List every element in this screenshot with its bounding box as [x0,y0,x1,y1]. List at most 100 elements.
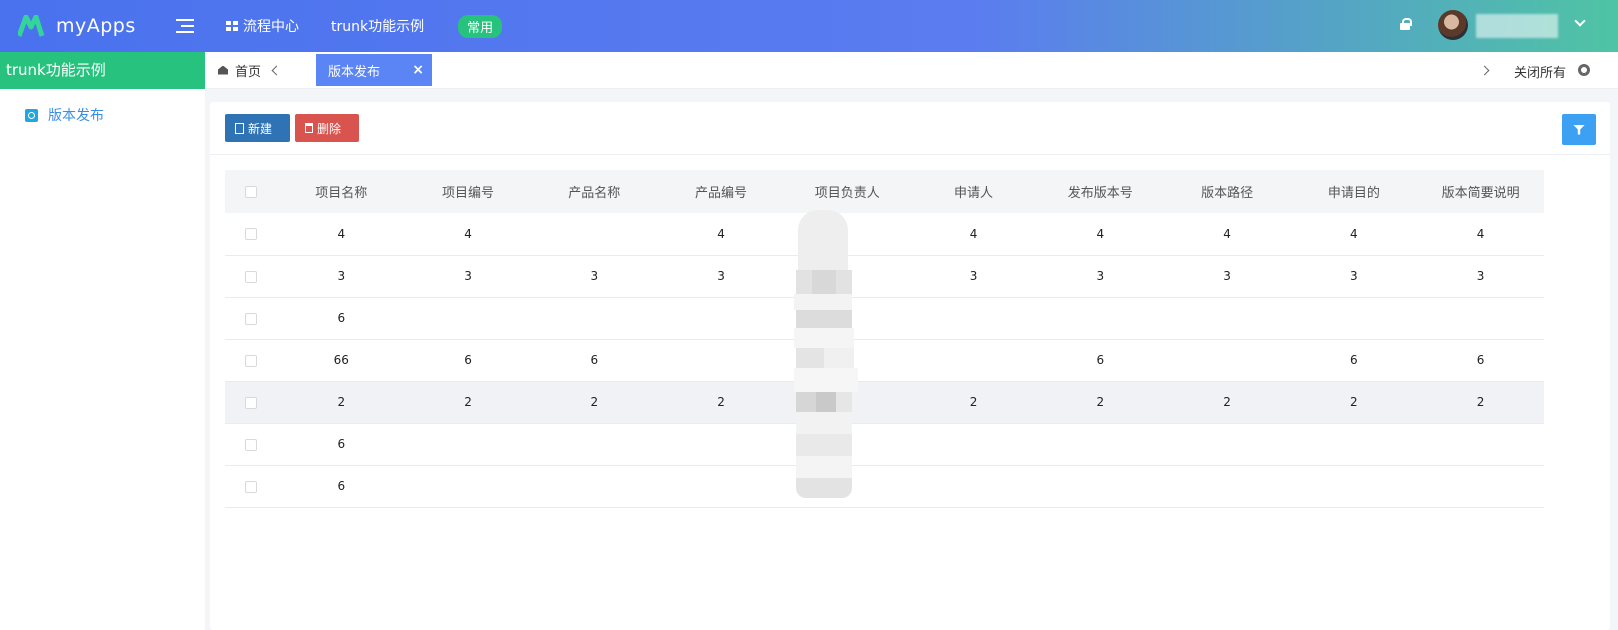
table-row[interactable]: 4 4 4 4 4 4 4 4 [225,213,1544,255]
table-cell: 2 [1223,395,1231,409]
table-cell [910,339,1037,381]
row-checkbox[interactable] [245,438,258,451]
table-row[interactable]: 6 [225,465,1544,507]
table-cell: 2 [717,395,725,409]
row-checkbox[interactable] [245,270,258,283]
table-cell: 3 [717,269,725,283]
tab-home[interactable]: 首页 [218,61,261,80]
chevron-down-icon[interactable] [1574,15,1586,27]
table-row[interactable]: 3 3 3 3 3 3 3 3 3 [225,255,1544,297]
column-header[interactable]: 项目编号 [405,170,531,213]
table-cell: 6 [1476,353,1485,367]
table-cell [1290,423,1417,465]
table-cell [1037,297,1164,339]
table-cell: 4 [464,226,472,241]
table-cell: 6 [337,311,346,325]
table-cell: 4 [1476,226,1485,241]
chevron-left-icon[interactable] [271,65,282,75]
row-checkbox-cell [225,339,277,381]
column-header[interactable]: 申请目的 [1290,170,1417,213]
home-icon [218,65,228,75]
table-cell [658,297,785,339]
sidebar: trunk功能示例 版本发布 [0,52,205,630]
table-cell [531,297,658,339]
main-panel: 新建 删除 项目名称 项目编号 产品名称 产品编号 项目负责人 申请人 发布版本… [210,102,1610,630]
table-cell: 3 [1476,269,1485,283]
username-blurred[interactable] [1476,14,1558,38]
table-cell [910,297,1037,339]
delete-button[interactable]: 删除 [295,114,359,142]
filter-icon [1573,124,1585,135]
table-cell [1164,465,1291,507]
column-header[interactable]: 版本路径 [1164,170,1291,213]
table-row[interactable]: 6 [225,423,1544,465]
delete-button-label: 删除 [317,121,342,136]
table-cell [1417,423,1544,465]
nav-common-badge[interactable]: 常用 [458,14,503,38]
table-cell [1290,297,1417,339]
table-cell: 2 [590,395,599,409]
table-cell: 4 [717,226,725,241]
app-logo[interactable]: myApps [18,15,158,37]
table-cell: 2 [1350,395,1358,409]
nav-process-center[interactable]: 流程中心 [226,16,299,36]
nav-process-center-label: 流程中心 [243,19,299,35]
table-header-row: 项目名称 项目编号 产品名称 产品编号 项目负责人 申请人 发布版本号 版本路径… [225,170,1544,213]
tab-active-label: 版本发布 [328,64,381,80]
table-cell: 3 [590,269,599,283]
table-row[interactable]: 666601666 [225,339,1544,381]
table-cell [405,465,531,507]
sidebar-item-version-release[interactable]: 版本发布 [0,89,205,125]
privacy-blur [794,210,858,506]
column-header[interactable]: 发布版本号 [1037,170,1164,213]
lock-icon[interactable] [1400,18,1412,30]
table-cell [658,339,785,381]
row-checkbox[interactable] [245,312,258,325]
column-header[interactable]: 产品编号 [658,170,785,213]
table-cell [1164,339,1291,381]
row-checkbox-cell [225,423,277,465]
new-button[interactable]: 新建 [225,114,290,142]
row-checkbox-cell [225,465,277,507]
column-header[interactable]: 项目名称 [277,170,405,213]
select-all-checkbox[interactable] [245,185,258,198]
close-icon[interactable]: × [412,62,424,78]
table-cell [1037,423,1164,465]
column-header[interactable]: 项目负责人 [784,170,910,213]
row-checkbox[interactable] [245,480,258,493]
table-cell: 3 [1350,269,1358,283]
table-row[interactable]: 6 [225,297,1544,339]
nav-trunk-examples[interactable]: trunk功能示例 [331,16,424,36]
gear-icon[interactable] [1578,64,1590,76]
filter-button[interactable] [1562,114,1596,145]
menu-toggle-icon[interactable] [176,19,194,33]
grid-icon [226,21,238,31]
top-header: myApps 流程中心 trunk功能示例 常用 [0,0,1618,52]
row-checkbox-cell [225,213,277,255]
tab-home-label: 首页 [235,64,262,80]
app-name: myApps [56,15,136,37]
row-checkbox[interactable] [245,228,258,241]
table-cell [1164,423,1291,465]
new-button-label: 新建 [248,121,273,136]
table-row[interactable]: 2 2 2 2 2 2 2 2 2 [225,381,1544,423]
avatar[interactable] [1438,10,1468,40]
chevron-right-icon[interactable] [1479,65,1490,76]
row-checkbox[interactable] [245,354,258,367]
column-header[interactable]: 申请人 [910,170,1037,213]
toolbar: 新建 删除 [210,102,1610,155]
table-cell [1164,297,1291,339]
select-all-cell [225,170,277,213]
table-cell [1417,297,1544,339]
close-all-button[interactable]: 关闭所有 [1514,62,1566,81]
column-header[interactable]: 产品名称 [531,170,658,213]
table-cell [1417,465,1544,507]
tab-version-release[interactable]: 版本发布 × [316,54,433,86]
table-cell: 3 [337,269,346,283]
table-cell: 4 [1096,226,1105,241]
table-cell [531,213,658,255]
column-header[interactable]: 版本简要说明 [1417,170,1544,213]
row-checkbox[interactable] [245,396,258,409]
table-cell: 6 [337,437,346,451]
table-cell: 6 [337,479,346,493]
